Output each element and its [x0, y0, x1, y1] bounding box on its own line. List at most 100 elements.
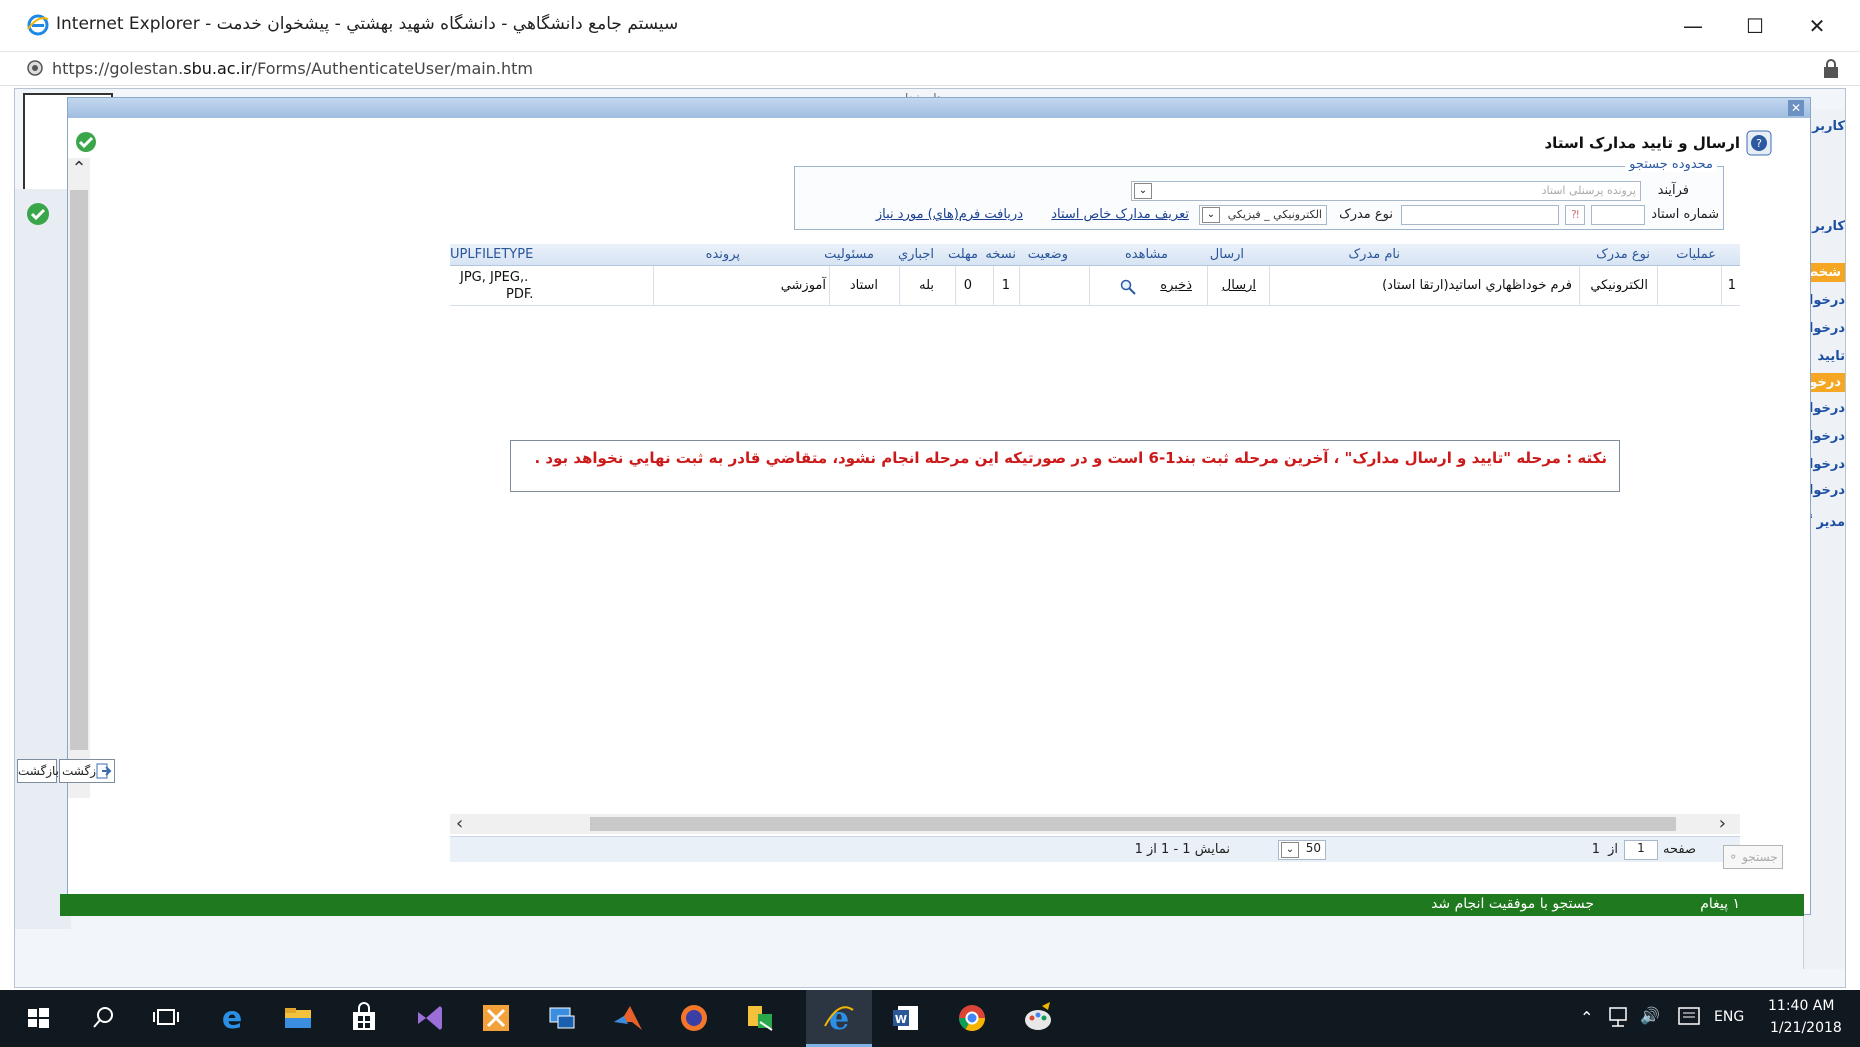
menu-item[interactable]: تاييد — [1818, 349, 1845, 364]
process-label: فرآيند — [1657, 183, 1689, 198]
page-size-select[interactable]: 50 ⌄ — [1278, 840, 1326, 860]
url-text[interactable]: https://golestan.sbu.ac.ir/Forms/Authent… — [52, 59, 533, 78]
control-panel-icon[interactable] — [742, 1000, 778, 1036]
lookup-icon[interactable]: ⁈ — [1565, 205, 1585, 225]
volume-icon[interactable]: 🔊 — [1640, 1006, 1660, 1025]
edge-icon[interactable]: e — [214, 1000, 250, 1036]
col-sep — [653, 266, 654, 306]
windows-start-icon[interactable] — [20, 1000, 56, 1036]
clock-date[interactable]: 1/21/2018 — [1770, 1020, 1842, 1036]
col-deadline[interactable]: مهلت — [948, 247, 978, 262]
language-indicator[interactable]: ENG — [1714, 1009, 1744, 1025]
chevron-down-icon[interactable]: ⌄ — [1281, 842, 1299, 858]
col-copies[interactable]: نسخه — [985, 247, 1016, 262]
process-input[interactable]: پرونده پرسنلی استاد ⌄ — [1131, 181, 1641, 201]
scroll-right-icon[interactable]: › — [1719, 813, 1726, 834]
internet-explorer-icon[interactable]: e — [821, 1000, 857, 1036]
menu-item[interactable]: درخوا — [1809, 483, 1845, 498]
col-status[interactable]: وضعيت — [1028, 247, 1068, 262]
visual-studio-icon[interactable] — [412, 1000, 448, 1036]
scroll-left-icon[interactable]: ‹ — [456, 813, 463, 834]
menu-item[interactable]: کاربر — [1812, 119, 1845, 134]
cell-doc-type: الكترونيكي — [1590, 278, 1648, 293]
notifications-icon[interactable] — [1676, 1002, 1702, 1032]
col-mandatory[interactable]: اجباري — [898, 247, 934, 262]
chrome-icon[interactable] — [954, 1000, 990, 1036]
cell-uplfiletype-1: JPG, JPEG,. — [460, 270, 529, 285]
store-icon[interactable] — [346, 1000, 382, 1036]
page-number-input[interactable]: 1 — [1624, 840, 1658, 860]
col-doc-type[interactable]: نوع مدرک — [1596, 247, 1650, 262]
minimize-button[interactable]: — — [1666, 6, 1720, 46]
cell-mandatory: بله — [919, 278, 934, 293]
scroll-thumb[interactable] — [70, 190, 88, 750]
vertical-scrollbar[interactable]: ⌃ ⌄ — [68, 158, 90, 798]
receive-forms-link[interactable]: دريافت فرم(هاي) مورد نياز — [876, 207, 1023, 222]
save-link[interactable]: ذخيره — [1160, 278, 1192, 293]
popup-header: ✕ — [68, 98, 1810, 118]
pager: صفحه 1 از 1 50 ⌄ نمايش 1 - 1 از 1 — [450, 836, 1740, 862]
col-sep — [1207, 266, 1208, 306]
menu-item[interactable]: درخوا — [1809, 457, 1845, 472]
tray-chevron-icon[interactable]: ⌃ — [1580, 1008, 1593, 1027]
status-message: جستجو با موفقيت انجام شد — [1431, 896, 1594, 912]
prof-number-input[interactable] — [1591, 205, 1645, 225]
doc-type-select[interactable]: الكترونيكي _ فيزيكي ⌄ — [1199, 205, 1327, 225]
col-doc-name[interactable]: نام مدرک — [1349, 247, 1400, 262]
menu-item[interactable]: درخوا — [1809, 429, 1845, 444]
col-file[interactable]: پرونده — [706, 247, 740, 262]
cell-doc-name: فرم خوداظهاري اساتيد(ارتقا استاد) — [1382, 278, 1572, 293]
col-send[interactable]: ارسال — [1210, 247, 1244, 262]
address-bar[interactable]: https://golestan.sbu.ac.ir/Forms/Authent… — [0, 52, 1860, 86]
col-ops[interactable]: عمليات — [1676, 247, 1716, 262]
popup-close-icon[interactable]: ✕ — [1788, 100, 1804, 116]
col-view[interactable]: مشاهده — [1125, 247, 1168, 262]
col-uplfiletype[interactable]: UPLFILETYPE — [450, 247, 533, 262]
site-icon — [27, 60, 43, 76]
chevron-down-icon[interactable]: ⌄ — [1134, 183, 1152, 199]
file-explorer-icon[interactable] — [280, 1000, 316, 1036]
menu-item[interactable]: درخوا — [1809, 401, 1845, 416]
col-sep — [899, 266, 900, 306]
chevron-down-icon[interactable]: ⌄ — [1202, 207, 1220, 223]
back-button-secondary[interactable]: بازگشت — [17, 759, 59, 783]
table-row[interactable]: 1 الكترونيكي فرم خوداظهاري اساتيد(ارتقا … — [450, 266, 1740, 306]
define-docs-link[interactable]: تعريف مدارک خاص استاد — [1051, 207, 1189, 222]
magnifier-icon[interactable] — [1120, 279, 1136, 295]
showing-text: نمايش 1 - 1 از 1 — [1134, 842, 1230, 857]
col-sep — [1721, 266, 1722, 306]
col-sep — [1269, 266, 1270, 306]
page-area: به نام خدا ش ه ب کاربر کاربر شخصي درخوا … — [14, 88, 1846, 988]
menu-item[interactable]: درخوا — [1809, 321, 1845, 336]
col-responsible[interactable]: مسئوليت — [824, 247, 874, 262]
send-link[interactable]: ارسال — [1222, 278, 1256, 293]
word-icon[interactable]: W — [888, 1000, 924, 1036]
search-button[interactable]: جستجو ⚬ — [1723, 845, 1783, 869]
note-box: نکته : مرحله "تاييد و ارسال مدارک" ، آخر… — [510, 440, 1620, 492]
remote-desktop-icon[interactable] — [544, 1000, 580, 1036]
matlab-icon[interactable] — [610, 1000, 646, 1036]
title-bar: سیستم جامع دانشگاهي - دانشگاه شهيد بهشتي… — [0, 0, 1860, 52]
search-icon[interactable] — [86, 1000, 122, 1036]
prof-name-input[interactable] — [1401, 205, 1559, 225]
menu-item[interactable]: درخوا — [1809, 293, 1845, 308]
scroll-thumb[interactable] — [590, 817, 1676, 831]
clock-time[interactable]: 11:40 AM — [1768, 998, 1834, 1014]
firefox-icon[interactable] — [676, 1000, 712, 1036]
scroll-up-icon[interactable]: ⌃ — [68, 158, 90, 188]
total-pages: 1 — [1591, 842, 1600, 857]
status-count[interactable]: ١ پيغام — [1700, 896, 1740, 912]
maximize-button[interactable]: ☐ — [1728, 6, 1782, 46]
task-view-icon[interactable] — [148, 1000, 184, 1036]
svg-text:W: W — [895, 1013, 907, 1026]
menu-item[interactable]: کاربر — [1812, 219, 1845, 234]
help-icon[interactable]: ? — [1746, 130, 1772, 156]
cell-file: آموزشي — [780, 278, 826, 293]
network-icon[interactable] — [1604, 1002, 1632, 1032]
back-button[interactable]: بازگشت — [59, 759, 115, 783]
lock-icon[interactable] — [1822, 59, 1840, 79]
paint-icon[interactable] — [1020, 1000, 1056, 1036]
close-button[interactable]: ✕ — [1790, 6, 1844, 46]
snipping-tool-icon[interactable] — [478, 1000, 514, 1036]
horizontal-scrollbar[interactable]: ‹ › — [450, 813, 1740, 834]
